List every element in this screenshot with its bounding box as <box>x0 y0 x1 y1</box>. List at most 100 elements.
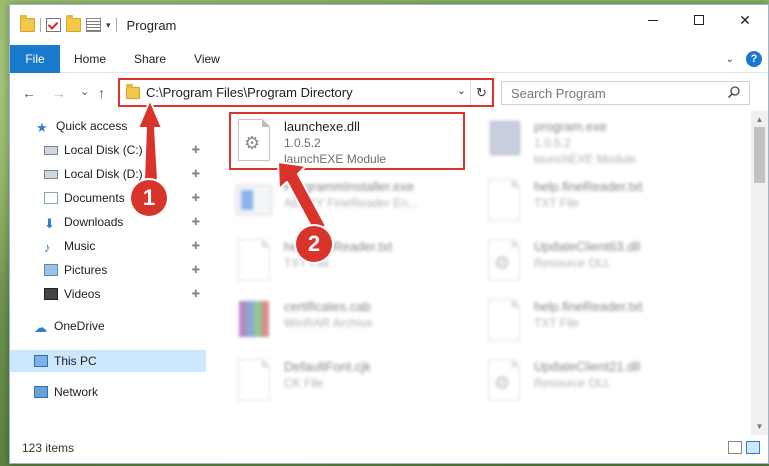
details-view-icon[interactable] <box>728 441 742 454</box>
file-item-launchexe-dll[interactable]: ⚙ launchexe.dll 1.0.5.2 launchEXE Module <box>234 117 386 173</box>
nav-item-label: OneDrive <box>54 319 105 333</box>
tab-file[interactable]: File <box>10 44 60 73</box>
nav-item-label: Downloads <box>64 215 124 229</box>
back-arrow-icon[interactable]: ← <box>22 85 36 101</box>
file-item[interactable]: ProgrammInstaller.exe ABBYY FineReader E… <box>234 177 418 233</box>
nav-item-label: Local Disk (C:) <box>64 143 143 157</box>
nav-item-documents[interactable]: Documents ✚ <box>10 187 206 209</box>
dll-gear-icon: ⚙ <box>234 117 274 163</box>
file-item[interactable]: ⚙ UpdateClient63.dll Resource DLL <box>484 237 640 293</box>
window-controls: ✕ <box>630 5 768 35</box>
status-bar: 123 items <box>10 433 768 463</box>
file-item[interactable]: ⚙ UpdateClient21.dll Resource DLL <box>484 357 640 413</box>
nav-item-onedrive[interactable]: ☁ OneDrive <box>10 315 206 337</box>
address-bar[interactable]: C:\Program Files\Program Directory ⌄ ↻ <box>118 78 494 107</box>
new-folder-icon[interactable] <box>66 15 81 32</box>
file-description: launchEXE Module <box>534 152 637 166</box>
title-bar: ▾ Program ✕ <box>10 5 768 45</box>
nav-item-local-disk-d[interactable]: Local Disk (D:) ✚ <box>10 163 206 185</box>
nav-item-label: Quick access <box>56 119 128 133</box>
installer-icon <box>234 177 274 223</box>
pin-icon: ✚ <box>191 192 200 204</box>
text-file-icon <box>484 177 524 223</box>
text-file-icon <box>234 357 274 403</box>
videos-icon <box>44 288 58 300</box>
file-name: UpdateClient63.dll <box>534 239 641 254</box>
vertical-scrollbar[interactable]: ▲ ▼ <box>751 111 768 435</box>
file-item[interactable]: help.fineReader.txt TXT File <box>484 177 642 233</box>
file-name: certificates.cab <box>284 299 371 314</box>
minimize-button[interactable] <box>630 5 676 35</box>
file-item[interactable]: DefaultFont.cjk CK File <box>234 357 371 413</box>
nav-item-this-pc[interactable]: This PC <box>10 350 206 372</box>
view-toggle <box>728 441 760 454</box>
help-icon[interactable]: ? <box>746 51 762 67</box>
pin-icon: ✚ <box>191 168 200 180</box>
nav-item-videos[interactable]: Videos ✚ <box>10 283 206 305</box>
scroll-up-icon[interactable]: ▲ <box>751 111 768 128</box>
dll-gear-icon: ⚙ <box>484 237 524 283</box>
nav-item-label: Pictures <box>64 263 108 277</box>
search-icon[interactable] <box>727 85 741 102</box>
address-path[interactable]: C:\Program Files\Program Directory <box>146 85 353 100</box>
file-item[interactable]: program.exe 1.0.5.2 launchEXE Module <box>484 117 636 173</box>
file-name: ProgrammInstaller.exe <box>284 179 415 194</box>
maximize-icon <box>694 15 704 25</box>
dll-gear-icon: ⚙ <box>484 357 524 403</box>
file-type: TXT File <box>284 256 330 270</box>
properties-icon[interactable] <box>86 18 101 32</box>
address-dropdown-icon[interactable]: ⌄ <box>457 84 466 97</box>
address-row: ← → ⌄ ↑ C:\Program Files\Program Directo… <box>10 73 768 111</box>
documents-icon <box>44 192 58 204</box>
nav-item-pictures[interactable]: Pictures ✚ <box>10 259 206 281</box>
tiles-view-icon[interactable] <box>746 441 760 454</box>
maximize-button[interactable] <box>676 5 722 35</box>
archive-icon <box>234 297 274 343</box>
nav-item-label: Music <box>64 239 96 253</box>
window-title: Program <box>126 17 177 33</box>
minimize-icon <box>648 19 658 21</box>
step-2-badge: 2 <box>296 226 332 262</box>
quick-access-toolbar: ▾ <box>10 15 117 32</box>
nav-item-music[interactable]: ♪ Music ✚ <box>10 235 206 257</box>
refresh-icon[interactable]: ↻ <box>470 80 492 105</box>
properties-check-icon[interactable] <box>46 18 61 32</box>
folder-icon <box>20 15 35 32</box>
file-item[interactable]: help.fineReader.txt TXT File <box>484 297 642 353</box>
tab-home[interactable]: Home <box>60 45 120 73</box>
pin-icon: ✚ <box>191 288 200 300</box>
file-version: 1.0.5.2 <box>534 136 571 150</box>
nav-item-network[interactable]: Network <box>10 381 206 403</box>
search-input[interactable]: Search Program <box>511 86 606 101</box>
nav-item-local-disk-c[interactable]: Local Disk (C:) ✚ <box>10 139 206 161</box>
file-explorer-window: ▾ Program ✕ File Home Share View ⌄ ? ← →… <box>9 4 769 464</box>
file-type: WinRAR Archive <box>284 316 373 330</box>
forward-arrow-icon[interactable]: → <box>52 85 66 101</box>
search-box[interactable]: Search Program <box>501 81 750 105</box>
file-type: Resource DLL <box>534 376 611 390</box>
recent-locations-icon[interactable]: ⌄ <box>80 85 89 98</box>
exe-icon <box>484 117 524 163</box>
pin-icon: ✚ <box>191 144 200 156</box>
ribbon-expand-icon[interactable]: ⌄ <box>726 54 734 65</box>
nav-item-label: Network <box>54 385 99 399</box>
item-count: 123 items <box>22 441 75 455</box>
pin-icon: ✚ <box>191 264 200 276</box>
qat-dropdown-icon[interactable]: ▾ <box>106 20 111 31</box>
close-icon: ✕ <box>739 11 751 28</box>
nav-item-downloads[interactable]: ⬇ Downloads ✚ <box>10 211 206 233</box>
pictures-icon <box>44 264 58 276</box>
tab-view[interactable]: View <box>180 45 234 73</box>
network-icon <box>34 386 48 398</box>
file-name: DefaultFont.cjk <box>284 359 371 374</box>
file-item[interactable]: certificates.cab WinRAR Archive <box>234 297 373 353</box>
nav-item-quick-access[interactable]: ★ Quick access <box>10 115 206 137</box>
onedrive-icon: ☁ <box>34 320 47 335</box>
close-button[interactable]: ✕ <box>722 5 768 35</box>
up-arrow-icon[interactable]: ↑ <box>98 85 105 101</box>
tab-share[interactable]: Share <box>120 45 180 73</box>
scroll-thumb[interactable] <box>754 127 765 183</box>
file-name: help.fineReader.txt <box>534 299 643 314</box>
text-file-icon <box>484 297 524 343</box>
computer-icon <box>34 355 48 367</box>
